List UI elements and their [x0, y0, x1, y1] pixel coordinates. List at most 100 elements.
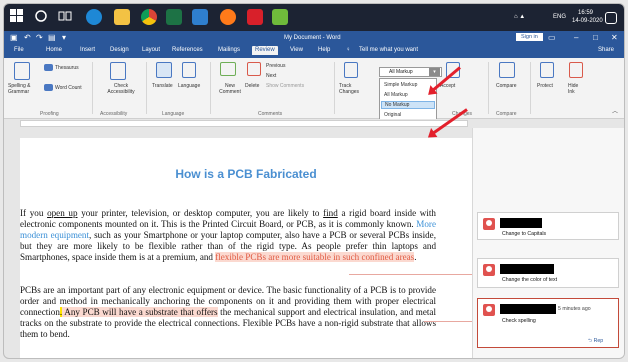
text-run-underlined: find [323, 208, 338, 218]
show-comments-button[interactable]: Show Comments [266, 83, 304, 89]
next-comment-button[interactable]: Next [266, 73, 276, 79]
thesaurus-icon[interactable] [44, 64, 53, 71]
ribbon-display-options-icon[interactable]: ▭ [548, 33, 556, 42]
hide-ink-button[interactable]: Hide Ink [568, 83, 584, 95]
author-name-redacted [500, 264, 554, 274]
network-icon[interactable]: ⌂ ▲ [514, 14, 525, 20]
delete-comment-button[interactable]: Delete [245, 83, 259, 89]
avatar [483, 218, 495, 230]
translate-button[interactable]: Translate [152, 83, 173, 89]
chevron-down-icon[interactable]: ▾ [429, 68, 440, 76]
tab-help[interactable]: Help [318, 47, 330, 53]
file-explorer-icon[interactable] [114, 9, 130, 25]
word-count-button[interactable]: Word Count [55, 85, 82, 91]
edge-icon[interactable] [86, 9, 102, 25]
comment-card-active[interactable]: 5 minutes ago Check spelling ⮌ Rep [477, 298, 619, 348]
spelling-icon[interactable] [14, 62, 30, 80]
sign-in-button[interactable]: Sign in [516, 33, 543, 41]
option-all-markup[interactable]: All Markup [384, 92, 408, 98]
tab-mailings[interactable]: Mailings [218, 47, 240, 53]
comment-timestamp: 5 minutes ago [558, 306, 591, 312]
track-changes-button[interactable]: Track Changes [339, 83, 363, 95]
horizontal-ruler[interactable] [4, 119, 624, 128]
protect-icon[interactable] [540, 62, 554, 78]
document-heading: How is a PCB Fabricated [175, 167, 317, 181]
task-view-icon[interactable] [58, 9, 74, 25]
protect-button[interactable]: Protect [537, 83, 553, 89]
text-run: If you [20, 208, 48, 218]
comment-connector [424, 321, 477, 322]
compare-button[interactable]: Compare [496, 83, 517, 89]
undo-icon[interactable]: ↶ [24, 33, 31, 42]
notification-icon[interactable] [605, 12, 617, 24]
tab-insert[interactable]: Insert [80, 47, 95, 53]
text-run: your printer, television, or desktop com… [77, 208, 324, 218]
new-comment-button[interactable]: New Comment [216, 83, 244, 95]
reply-label: Rep [593, 338, 604, 344]
tab-design[interactable]: Design [110, 47, 129, 53]
check-accessibility-button[interactable]: Check Accessibility [101, 83, 141, 95]
comment-text: Change the color of text [502, 277, 558, 283]
comment-text: Change to Capitals [502, 231, 547, 237]
comment-card[interactable]: Change the color of text [477, 258, 619, 288]
close-icon[interactable]: ✕ [611, 33, 618, 42]
reply-button[interactable]: ⮌ Rep [588, 337, 603, 346]
delete-comment-icon[interactable] [247, 62, 261, 76]
windows-icon[interactable] [10, 9, 26, 25]
tab-references[interactable]: References [172, 47, 203, 53]
clock-time[interactable]: 16:59 [578, 10, 593, 16]
language-button[interactable]: Language [178, 83, 200, 89]
option-original[interactable]: Original [384, 112, 401, 118]
avatar [483, 304, 495, 316]
document-page[interactable]: How is a PCB Fabricated If you open up y… [20, 138, 472, 358]
comment-connector [349, 274, 477, 275]
powerpoint-icon[interactable] [192, 9, 208, 25]
chrome-icon[interactable] [141, 9, 157, 25]
check-accessibility-icon[interactable] [110, 62, 126, 80]
title-bar: ▣ ↶ ↷ ▤ ▾ My Document - Word Sign in ▭ –… [4, 31, 624, 45]
language-icon[interactable] [182, 62, 196, 78]
translate-icon[interactable] [156, 62, 172, 78]
minimize-icon[interactable]: – [574, 33, 578, 42]
spelling-grammar-button[interactable]: Spelling & Grammar [8, 83, 40, 95]
text-run: . [414, 252, 417, 262]
compare-icon[interactable] [499, 62, 515, 78]
acrobat-icon[interactable] [247, 9, 263, 25]
author-name-redacted [500, 304, 556, 314]
paragraph-2[interactable]: PCBs are an important part of any electr… [20, 285, 436, 340]
firefox-icon[interactable] [220, 9, 236, 25]
customize-quick-access-icon[interactable]: ▾ [62, 33, 66, 42]
hide-ink-icon[interactable] [569, 62, 583, 78]
share-button[interactable]: Share [598, 47, 614, 53]
previous-comment-button[interactable]: Previous [266, 63, 285, 69]
option-no-markup[interactable]: No Markup [381, 101, 435, 109]
commented-text-spelling[interactable]: Any PCB will have a substrate that offer… [62, 307, 218, 317]
track-changes-icon[interactable] [344, 62, 358, 78]
collapse-ribbon-icon[interactable]: ︿ [612, 106, 618, 115]
search-icon[interactable] [34, 9, 50, 25]
comment-text: Check spelling [502, 318, 536, 324]
tab-file[interactable]: File [14, 47, 24, 53]
proofing-group-label: Proofing [40, 111, 59, 117]
commented-text-color[interactable]: flexible PCBs are more suitable in such … [215, 252, 415, 262]
save-icon[interactable]: ▤ [48, 33, 56, 42]
redo-icon[interactable]: ↷ [36, 33, 43, 42]
avatar [483, 264, 495, 276]
paragraph-1[interactable]: If you open up your printer, television,… [20, 208, 436, 263]
maximize-icon[interactable]: □ [593, 33, 598, 42]
thesaurus-button[interactable]: Thesaurus [55, 65, 79, 71]
notepad-icon[interactable] [272, 9, 288, 25]
comment-card[interactable]: Change to Capitals [477, 212, 619, 240]
option-simple-markup[interactable]: Simple Markup [384, 82, 417, 88]
new-comment-icon[interactable] [220, 62, 236, 76]
excel-icon[interactable] [166, 9, 182, 25]
tab-review[interactable]: Review [252, 46, 278, 55]
clock-date[interactable]: 14-09-2020 [572, 18, 603, 24]
language-indicator[interactable]: ENG [553, 14, 566, 20]
tab-view[interactable]: View [290, 47, 303, 53]
tab-layout[interactable]: Layout [142, 47, 160, 53]
tell-me-input[interactable]: Tell me what you want [359, 47, 418, 53]
tab-home[interactable]: Home [46, 47, 62, 53]
comments-group-label: Comments [258, 111, 283, 117]
word-count-icon[interactable] [44, 84, 53, 91]
